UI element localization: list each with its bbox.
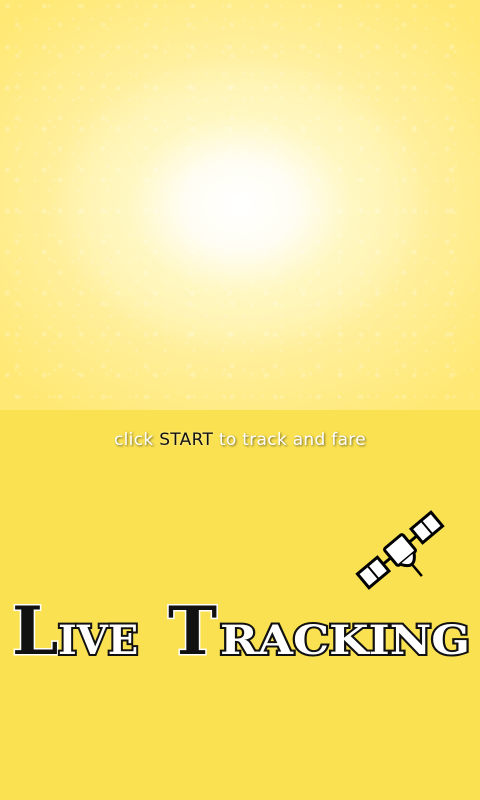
splash-screen: click START to track and fare L IVE T RA… [0, 0, 480, 800]
instruction-prefix: click [114, 430, 154, 450]
satellite-icon [355, 510, 445, 590]
start-keyword: START [159, 430, 214, 450]
header-background [0, 0, 480, 410]
title-initial-l: L [12, 596, 58, 666]
texture-overlay [0, 0, 480, 410]
title-word-live: IVE [58, 617, 138, 664]
instruction-suffix: to track and fare [218, 430, 366, 450]
title-word-tracking: RACKING [220, 617, 470, 664]
app-title-logo: L IVE T RACKING [11, 596, 473, 666]
start-instruction: click START to track and fare [0, 430, 480, 450]
title-initial-t: T [168, 596, 217, 666]
